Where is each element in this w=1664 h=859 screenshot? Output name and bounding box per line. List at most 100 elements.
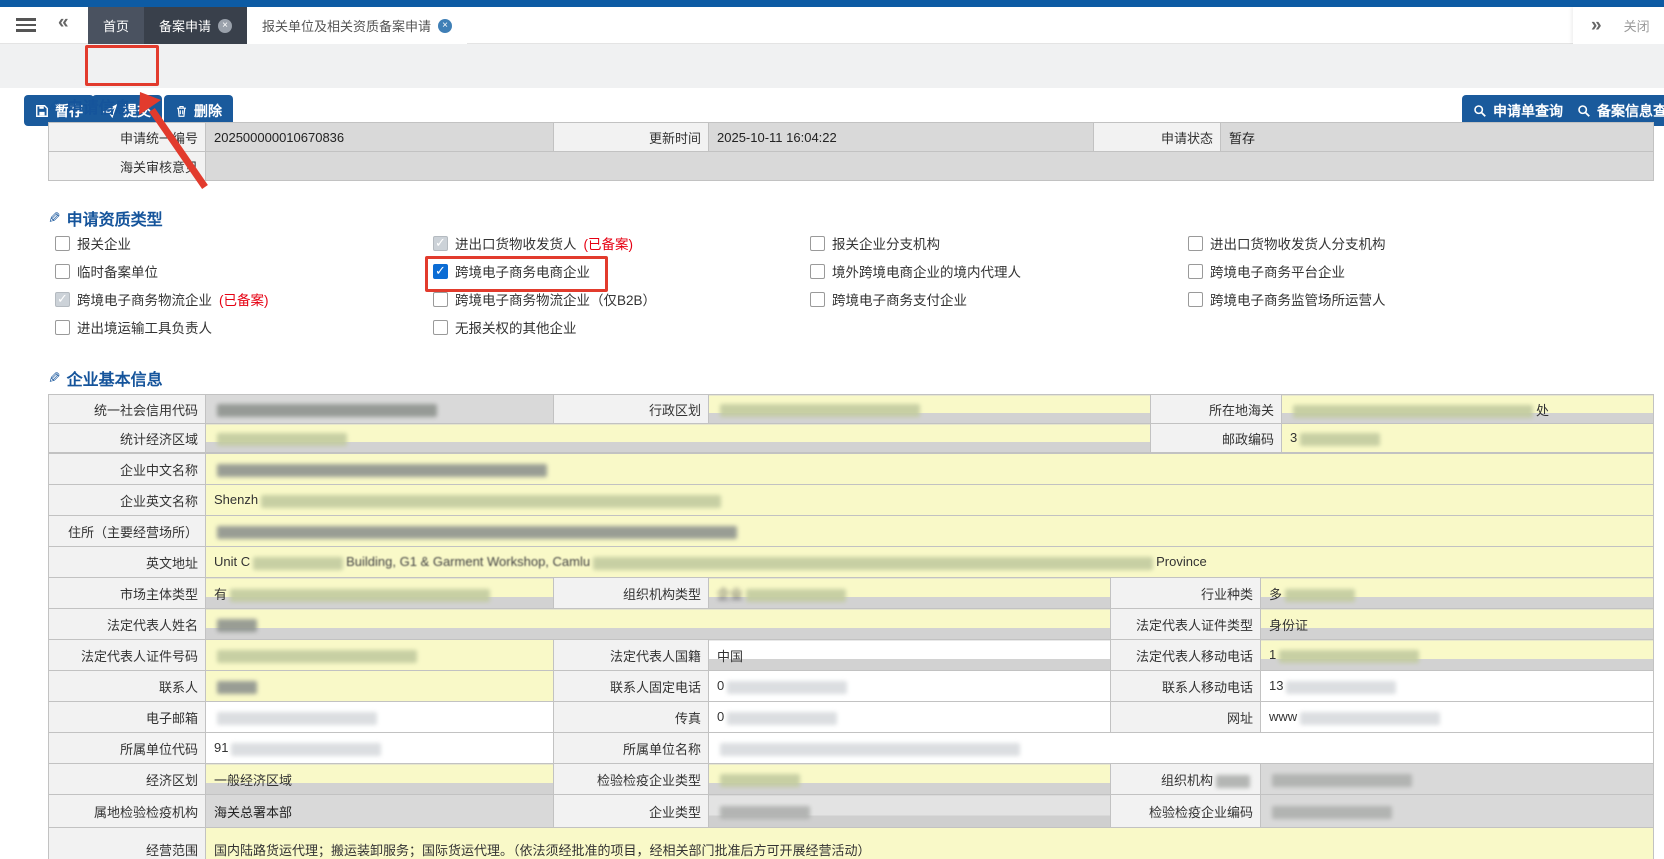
- qualification-item[interactable]: 跨境电子商务物流企业(已备案): [55, 288, 433, 310]
- close-tab-icon[interactable]: ×: [218, 18, 233, 33]
- close-tabs-menu[interactable]: 关闭: [1624, 16, 1650, 35]
- checkbox-icon[interactable]: [55, 235, 70, 251]
- checkbox-icon[interactable]: [810, 235, 825, 251]
- checkbox-icon[interactable]: [433, 319, 448, 335]
- field-label: 法定代表人证件号码: [48, 639, 206, 671]
- search-icon: [1578, 104, 1590, 117]
- field-label: 行业种类: [1110, 577, 1261, 609]
- field-label: 检验检疫企业类型: [553, 763, 709, 795]
- parent-unit-name-value[interactable]: [707, 732, 1655, 764]
- customs-location-value[interactable]: 处: [1281, 394, 1654, 424]
- section-qualification-type: ✎ 申请资质类型: [48, 206, 163, 230]
- field-label: 法定代表人证件类型: [1110, 608, 1261, 640]
- qualification-item[interactable]: 跨境电子商务监管场所运营人: [1188, 288, 1635, 310]
- qualification-item[interactable]: 境外跨境电商企业的境内代理人: [810, 260, 1188, 282]
- checkbox-icon[interactable]: [55, 319, 70, 335]
- org-structure-type-value[interactable]: 企业: [708, 577, 1111, 609]
- redacted-value: [261, 494, 722, 508]
- company-en-name-value[interactable]: Shenzh: [204, 484, 1655, 516]
- checkbox-icon[interactable]: [55, 291, 70, 307]
- field-label: 组织机构类型: [553, 577, 709, 609]
- fax-value[interactable]: 0: [708, 701, 1111, 733]
- legal-rep-nationality-value[interactable]: 中国: [708, 639, 1111, 671]
- redacted-value: [720, 742, 1020, 756]
- industry-category-value[interactable]: 多: [1259, 577, 1655, 609]
- value-fragment: 91: [214, 740, 229, 756]
- checkbox-icon[interactable]: [55, 263, 70, 279]
- tab-declaration-unit-qualification[interactable]: 报关单位及相关资质备案申请 ×: [247, 7, 468, 44]
- qualification-item[interactable]: 跨境电子商务物流企业（仅B2B）: [433, 288, 810, 310]
- qualification-item[interactable]: 无报关权的其他企业: [433, 316, 810, 338]
- field-label: 所在地海关: [1150, 394, 1282, 424]
- legal-rep-name-value[interactable]: [205, 608, 1111, 640]
- field-label: 经营范围: [48, 827, 206, 859]
- postal-code-value[interactable]: 3: [1281, 423, 1654, 453]
- qualification-item-ecommerce[interactable]: 跨境电子商务电商企业: [433, 260, 810, 282]
- economic-zone-value[interactable]: 一般经济区域: [205, 763, 554, 795]
- field-label: 检验检疫企业编码: [1110, 794, 1261, 828]
- checkbox-icon[interactable]: [810, 291, 825, 307]
- qualification-item[interactable]: 进出口货物收发货人(已备案): [433, 232, 810, 254]
- contact-landline-value[interactable]: 0: [708, 670, 1111, 702]
- legal-rep-mobile-value[interactable]: 1: [1259, 639, 1655, 671]
- redacted-value: [217, 711, 377, 725]
- redacted-label: [1216, 774, 1250, 788]
- field-label: 组织机构: [1110, 763, 1261, 795]
- toolbar: 暂存 提交 删除 申请单查询 备案信息查询: [0, 44, 1664, 126]
- admin-region-value[interactable]: [708, 394, 1151, 424]
- email-value[interactable]: [205, 701, 554, 733]
- close-tab-icon[interactable]: ×: [438, 18, 453, 33]
- website-value[interactable]: www: [1259, 701, 1655, 733]
- value-fragment: 多: [1269, 586, 1283, 602]
- qualification-item[interactable]: 跨境电子商务支付企业: [810, 288, 1188, 310]
- market-entity-type-value[interactable]: 有: [205, 577, 554, 609]
- qualification-item[interactable]: 报关企业分支机构: [810, 232, 1188, 254]
- table-row: 属地检验检疫机构 海关总署本部 企业类型 检验检疫企业编码: [48, 794, 1655, 828]
- value-fragment: Shenzh: [214, 492, 259, 508]
- menu-icon[interactable]: [16, 18, 36, 33]
- legal-rep-id-number-value[interactable]: [205, 639, 554, 671]
- section-title: 企业基本信息: [66, 372, 163, 389]
- english-address-value[interactable]: Unit C Building, G1 & Garment Workshop, C…: [204, 546, 1655, 578]
- qualification-item[interactable]: 进出境运输工具负责人: [55, 316, 433, 338]
- scroll-tabs-left-icon[interactable]: «: [58, 12, 69, 34]
- checkbox-icon[interactable]: [1188, 291, 1203, 307]
- customs-review-value: [205, 151, 1654, 181]
- value-fragment: www: [1269, 709, 1298, 725]
- table-row: 英文地址 Unit C Building, G1 & Garment Worksh…: [48, 546, 1655, 578]
- field-label: 市场主体类型: [48, 577, 206, 609]
- tab-bar-right-controls: » 关闭: [1573, 7, 1664, 44]
- table-row: 企业中文名称: [48, 453, 1655, 485]
- tab-filing-application[interactable]: 备案申请 ×: [144, 7, 248, 44]
- edit-section-icon: ✎: [48, 370, 61, 387]
- checkbox-icon[interactable]: [1188, 263, 1203, 279]
- parent-unit-code-value[interactable]: 91: [205, 732, 554, 764]
- checkbox-icon[interactable]: [1188, 235, 1203, 251]
- unified-no-value: 202500000010670836: [205, 122, 554, 152]
- qualification-item[interactable]: 跨境电子商务平台企业: [1188, 260, 1635, 282]
- checkbox-icon[interactable]: [433, 235, 448, 251]
- qualification-item[interactable]: 报关企业: [55, 232, 433, 254]
- contact-person-value[interactable]: [205, 670, 554, 702]
- section-title: 申请信息: [66, 100, 131, 117]
- ciq-enterprise-type-value[interactable]: [708, 763, 1111, 795]
- domicile-value[interactable]: [204, 515, 1655, 547]
- statistical-economic-zone-value[interactable]: [205, 423, 1151, 453]
- qualification-item[interactable]: 进出口货物收发货人分支机构: [1188, 232, 1635, 254]
- contact-mobile-value[interactable]: 13: [1259, 670, 1655, 702]
- checkbox-icon[interactable]: [433, 291, 448, 307]
- field-label: 企业英文名称: [48, 484, 206, 516]
- tab-home[interactable]: 首页: [88, 7, 145, 44]
- field-label: 法定代表人国籍: [553, 639, 709, 671]
- field-label: 法定代表人姓名: [48, 608, 206, 640]
- qualification-item[interactable]: 临时备案单位: [55, 260, 433, 282]
- section-company-basic-info: ✎ 企业基本信息: [48, 366, 163, 390]
- value-fragment: 0: [717, 678, 725, 694]
- checkbox-icon[interactable]: [810, 263, 825, 279]
- checkbox-icon[interactable]: [433, 263, 448, 279]
- company-cn-name-value[interactable]: [204, 453, 1655, 485]
- scroll-tabs-right-icon[interactable]: »: [1591, 15, 1602, 37]
- legal-rep-id-type-value[interactable]: 身份证: [1259, 608, 1655, 640]
- redacted-value: [217, 403, 437, 417]
- business-scope-value[interactable]: 国内陆路货运代理；搬运装卸服务；国际货运代理。（依法须经批准的项目，经相关部门批…: [204, 827, 1655, 859]
